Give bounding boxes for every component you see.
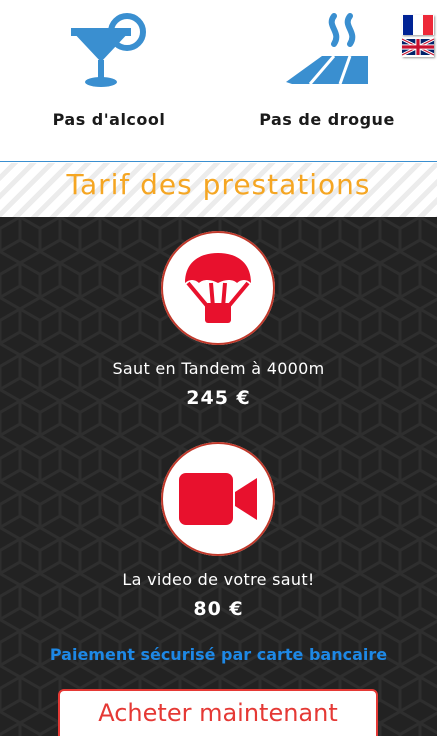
language-switcher bbox=[402, 15, 436, 59]
no-drugs-label: Pas de drogue bbox=[259, 110, 395, 129]
no-alcohol-label: Pas d'alcool bbox=[52, 110, 166, 129]
section-divider bbox=[0, 161, 437, 162]
pricing-title-band: Tarif des prestations bbox=[0, 163, 437, 217]
buy-now-label: Acheter maintenant bbox=[98, 699, 338, 727]
service-price: 80 € bbox=[193, 598, 244, 620]
uk-flag-icon[interactable] bbox=[402, 37, 434, 57]
cigarette-icon bbox=[282, 12, 372, 96]
section-title: Tarif des prestations bbox=[66, 168, 371, 201]
secure-payment-note: Paiement sécurisé par carte bancaire bbox=[49, 645, 388, 664]
french-flag-icon[interactable] bbox=[402, 15, 434, 35]
service-name: La video de votre saut! bbox=[122, 570, 315, 589]
buy-now-button[interactable]: Acheter maintenant bbox=[58, 689, 378, 736]
cocktail-glass-icon bbox=[69, 12, 149, 96]
parachute-icon bbox=[161, 231, 275, 345]
rule-no-alcohol: Pas d'alcool bbox=[0, 0, 218, 162]
video-camera-icon bbox=[161, 442, 275, 556]
service-price: 245 € bbox=[186, 387, 251, 409]
services-panel: Saut en Tandem à 4000m 245 € La video de… bbox=[0, 217, 437, 736]
rules-section: Pas d'alcool Pas de drogue bbox=[0, 0, 437, 162]
service-name: Saut en Tandem à 4000m bbox=[112, 359, 325, 378]
